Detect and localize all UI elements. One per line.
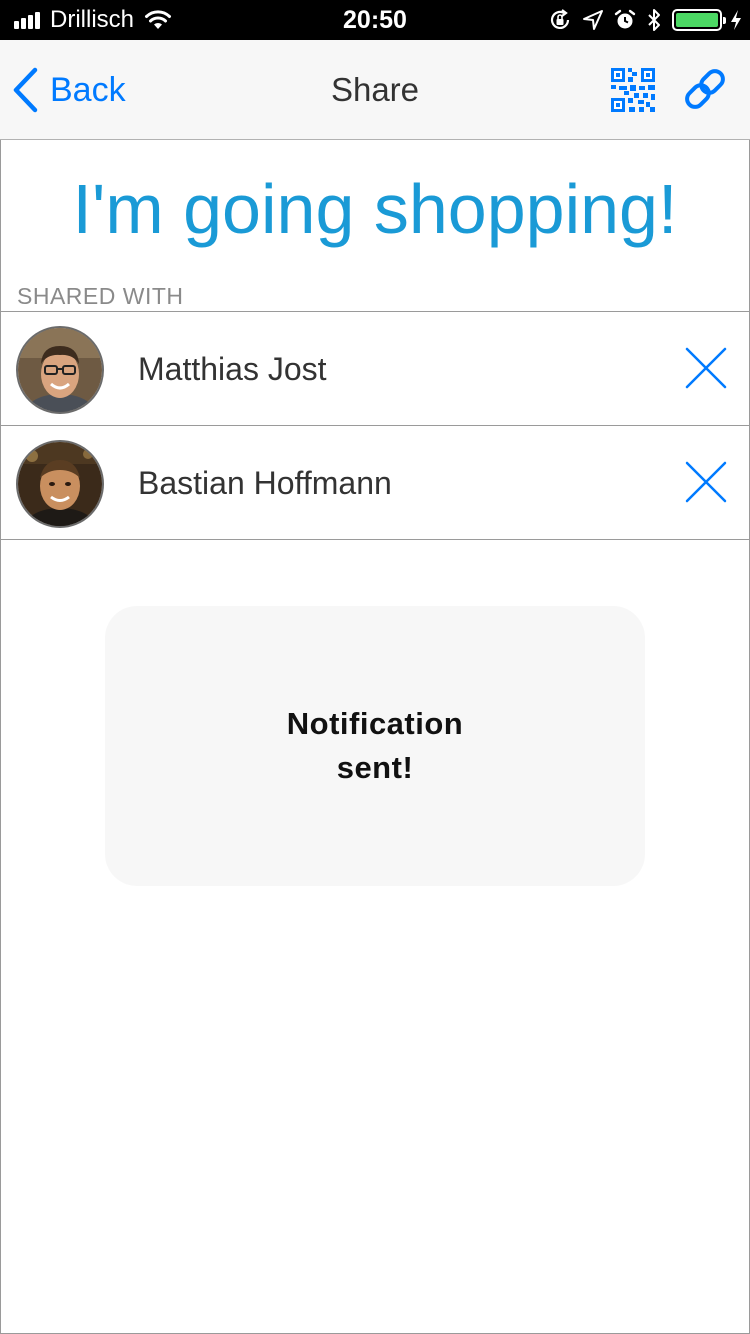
battery-icon [672, 9, 726, 31]
chevron-left-icon [13, 67, 38, 113]
share-content: I'm going shopping! SHARED WITH Matthias… [0, 140, 750, 1334]
toast-message: Notification sent! [286, 706, 464, 785]
charging-bolt-icon [731, 10, 741, 30]
list-item: Bastian Hoffmann [1, 426, 749, 540]
avatar-photo [18, 442, 102, 526]
status-right [538, 0, 742, 40]
battery-tip [723, 17, 726, 24]
close-icon [685, 347, 727, 389]
status-bar: Drillisch 20:50 [0, 0, 750, 40]
person-name: Matthias Jost [138, 351, 327, 387]
back-label: Back [50, 70, 126, 109]
alarm-icon [614, 9, 636, 29]
link-icon [685, 69, 725, 109]
avatar[interactable] [16, 326, 104, 414]
location-arrow-icon [583, 10, 603, 30]
remove-person-button[interactable] [683, 345, 729, 391]
list-title: I'm going shopping! [72, 170, 678, 248]
qr-code-button[interactable] [610, 67, 656, 113]
avatar-photo [18, 328, 102, 412]
back-button[interactable]: Back [12, 40, 126, 140]
navigation-bar: Back Share [0, 40, 750, 140]
qr-code-icon [611, 68, 655, 112]
close-icon [685, 461, 727, 503]
section-header-shared-with: SHARED WITH [17, 283, 184, 309]
remove-person-button[interactable] [683, 459, 729, 505]
notification-toast: Notification sent! [105, 606, 645, 886]
link-button[interactable] [682, 66, 728, 112]
list-item: Matthias Jost [1, 312, 749, 426]
orientation-lock-icon [550, 9, 570, 29]
avatar[interactable] [16, 440, 104, 528]
battery-fill [676, 13, 718, 27]
bluetooth-icon [648, 9, 660, 31]
person-name: Bastian Hoffmann [138, 465, 392, 501]
shared-with-list: Matthias Jost Bastian Hoffmann [1, 311, 749, 540]
